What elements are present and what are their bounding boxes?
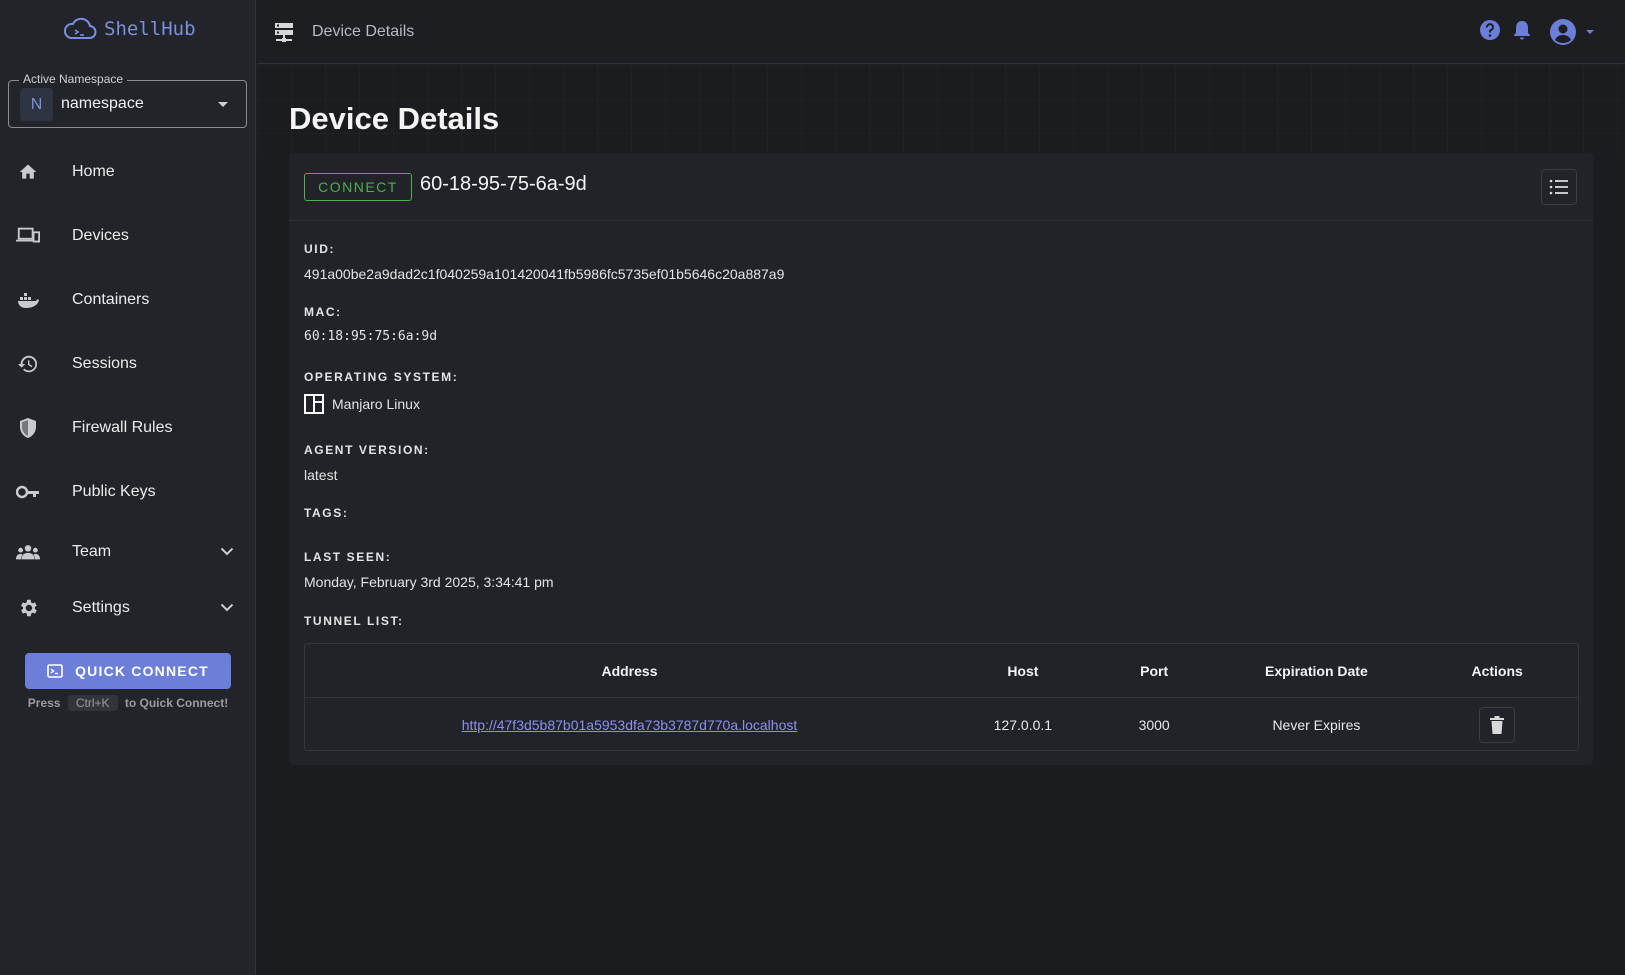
card-header: CONNECT 60-18-95-75-6a-9d [289,153,1593,221]
column-header-expiration: Expiration Date [1265,662,1368,679]
sidebar-item-label: Devices [72,227,129,244]
namespace-avatar: N [20,88,53,121]
agent-label: AGENT VERSION: [304,443,430,457]
tags-label: TAGS: [304,506,349,520]
mac-field: MAC: 60:18:95:75:6a:9d [304,305,437,344]
chevron-down-icon [220,543,234,561]
app-root: ShellHub Active Namespace N namespace Ho… [0,0,1625,975]
manjaro-icon [304,394,324,414]
last-seen-value: Monday, February 3rd 2025, 3:34:41 pm [304,574,554,590]
main-content: Device Details CONNECT 60-18-95-75-6a-9d… [257,65,1625,975]
uid-label: UID: [304,242,336,256]
app-name: ShellHub [104,18,196,40]
device-details-card: CONNECT 60-18-95-75-6a-9d UID: 491a00be2… [289,153,1593,765]
last-seen-label: LAST SEEN: [304,550,392,564]
quick-connect-button[interactable]: QUICK CONNECT [25,653,231,689]
expiration-cell: Never Expires [1272,717,1361,733]
sidebar-item-containers[interactable]: Containers [0,268,256,332]
host-cell: 127.0.0.1 [993,717,1053,733]
last-seen-field: LAST SEEN: Monday, February 3rd 2025, 3:… [304,550,554,590]
os-label: OPERATING SYSTEM: [304,370,459,384]
caret-down-icon [218,102,228,107]
address-cell: http://47f3d5b87b01a5953dfa73b3787d770a.… [305,717,954,733]
caret-down-icon [1586,30,1594,34]
tunnel-table: Address Host Port Expiration Date Action… [304,643,1579,751]
shortcut-key: Ctrl+K [67,695,118,711]
trash-icon [1490,716,1505,734]
delete-tunnel-button[interactable] [1479,707,1516,743]
namespace-name: namespace [61,95,144,112]
namespace-selector[interactable]: Active Namespace N namespace [8,72,247,128]
sidebar-item-team[interactable]: Team [0,524,256,580]
home-icon [16,160,40,184]
device-name: 60-18-95-75-6a-9d [420,173,587,195]
key-icon [16,480,40,504]
sidebar-item-label: Firewall Rules [72,419,173,436]
port-cell: 3000 [1138,717,1170,733]
tunnel-list-label: TUNNEL LIST: [304,614,404,628]
docker-icon [16,288,40,312]
column-header-actions: Actions [1471,662,1523,679]
hint-prefix: Press [27,696,61,710]
team-icon [16,540,40,564]
column-header-host: Host [1007,662,1039,679]
os-row: Manjaro Linux [304,394,458,414]
tags-field: TAGS: [304,506,348,520]
history-icon [16,352,40,376]
top-bar-actions [1479,18,1595,46]
help-icon[interactable] [1479,19,1501,46]
tunnel-list-field: TUNNEL LIST: [304,614,404,628]
sidebar-item-devices[interactable]: Devices [0,204,256,268]
agent-field: AGENT VERSION: latest [304,443,430,483]
account-icon [1550,19,1576,45]
mac-value: 60:18:95:75:6a:9d [304,329,438,344]
sidebar-item-public-keys[interactable]: Public Keys [0,460,256,524]
sidebar-item-home[interactable]: Home [0,140,256,204]
account-menu[interactable] [1549,18,1595,46]
sidebar-item-label: Containers [72,291,150,308]
sidebar-item-label: Home [72,163,115,180]
quick-connect-hint: Press Ctrl+K to Quick Connect! [0,695,256,711]
top-bar: Device Details [257,0,1625,64]
sidebar: ShellHub Active Namespace N namespace Ho… [0,0,256,975]
chevron-down-icon [220,599,234,617]
sidebar-item-label: Settings [72,599,130,616]
sidebar-item-label: Team [72,543,112,560]
column-header-address: Address [601,662,658,679]
table-header-row: Address Host Port Expiration Date Action… [305,644,1578,698]
sidebar-item-firewall-rules[interactable]: Firewall Rules [0,396,256,460]
column-header-port: Port [1140,662,1169,679]
cloud-icon [63,17,97,39]
connect-button[interactable]: CONNECT [304,173,412,201]
shellhub-logo[interactable]: ShellHub [62,16,196,42]
sidebar-item-sessions[interactable]: Sessions [0,332,256,396]
uid-field: UID: 491a00be2a9dad2c1f040259a101420041f… [304,242,784,282]
os-value: Manjaro Linux [332,396,420,412]
shield-icon [16,416,40,440]
table-row: http://47f3d5b87b01a5953dfa73b3787d770a.… [305,698,1578,752]
gear-icon [16,596,40,620]
hint-suffix: to Quick Connect! [124,696,229,710]
actions-cell [1416,707,1578,743]
device-menu-button[interactable] [1541,169,1577,205]
bell-icon[interactable] [1511,19,1533,46]
os-field: OPERATING SYSTEM: Manjaro Linux [304,370,458,414]
sidebar-item-label: Sessions [72,355,137,372]
page-title: Device Details [289,101,500,136]
list-icon [1549,179,1568,195]
sidebar-item-label: Public Keys [72,483,156,500]
terminal-icon [47,664,63,678]
sidebar-nav: Home Devices Containers Sessions Firewal… [0,140,256,636]
uid-value: 491a00be2a9dad2c1f040259a101420041fb5986… [304,266,785,282]
server-icon [274,22,294,49]
quick-connect-label: QUICK CONNECT [75,663,209,679]
breadcrumb-title: Device Details [312,23,415,40]
namespace-legend: Active Namespace [19,72,128,86]
agent-value: latest [304,467,338,483]
tunnel-address-link[interactable]: http://47f3d5b87b01a5953dfa73b3787d770a.… [462,717,798,733]
devices-icon [16,224,40,248]
mac-label: MAC: [304,305,342,319]
sidebar-item-settings[interactable]: Settings [0,580,256,636]
